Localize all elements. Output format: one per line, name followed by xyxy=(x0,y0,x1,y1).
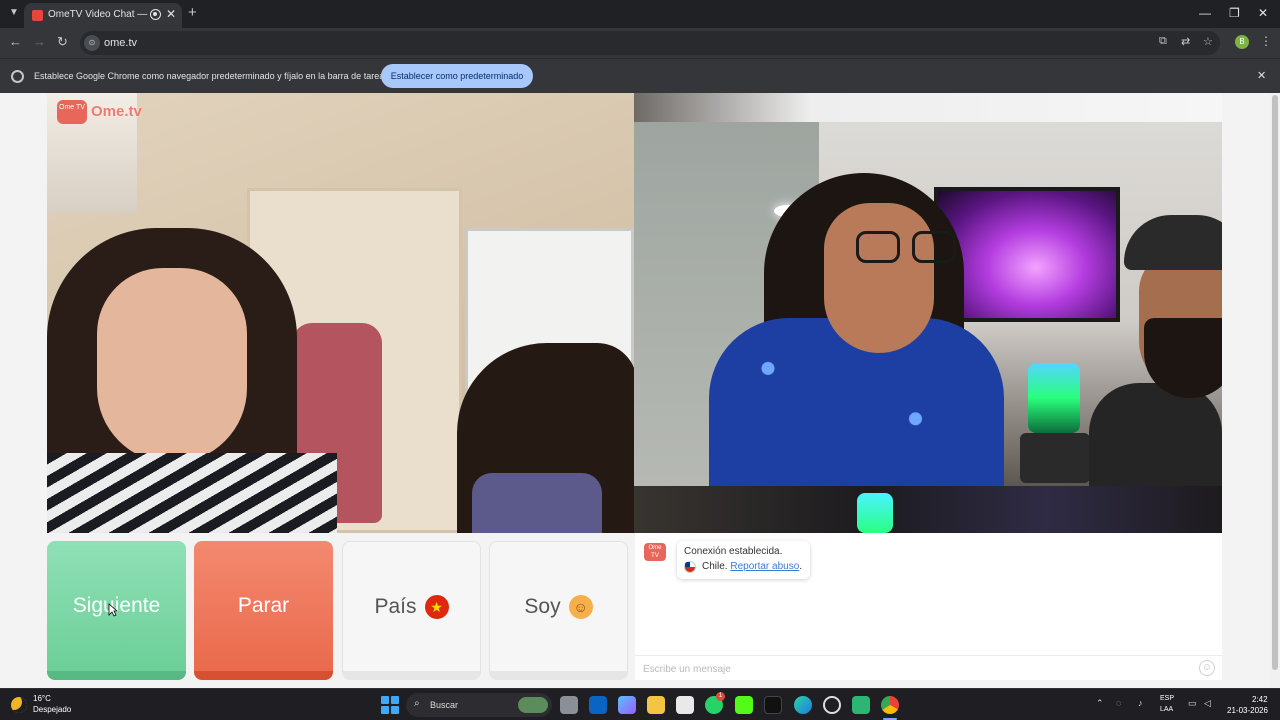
minimize-icon[interactable]: — xyxy=(1199,6,1211,20)
chat-logo-icon: Ome TV xyxy=(644,543,666,561)
striped-shirt xyxy=(47,453,337,533)
stop-label: Parar xyxy=(237,594,290,617)
taskbar: 16°C Despejado ⌕ Buscar 1 ⌃ ◌ ♪ ESP LAA … xyxy=(0,688,1280,720)
address-bar[interactable]: ⊙ ome.tv xyxy=(80,31,1220,55)
site-info-icon[interactable]: ⊙ xyxy=(84,35,100,51)
translate-icon[interactable]: ⧉ xyxy=(1159,35,1167,48)
tab-search-icon[interactable]: ▼ xyxy=(6,5,22,21)
kick-icon[interactable] xyxy=(735,696,753,714)
default-browser-infobar: Establece Google Chrome como navegador p… xyxy=(0,58,1280,93)
rgb-speaker xyxy=(1028,363,1080,433)
mouse-cursor-icon xyxy=(108,603,118,617)
bookmark-star-icon[interactable]: ☆ xyxy=(1203,35,1213,48)
report-abuse-link[interactable]: Reportar abuso xyxy=(730,561,799,572)
logo-tv-icon: Ome TV xyxy=(57,100,87,124)
whatsapp-notification-badge: 1 xyxy=(716,692,725,701)
new-tab-icon[interactable]: + xyxy=(188,4,197,21)
edge-icon[interactable] xyxy=(794,696,812,714)
maximize-icon[interactable]: ❐ xyxy=(1229,6,1240,20)
profile-avatar[interactable]: B xyxy=(1235,35,1249,49)
reload-icon[interactable]: ↻ xyxy=(57,34,68,50)
tab-favicon-icon xyxy=(32,10,43,21)
infobar-text: Establece Google Chrome como navegador p… xyxy=(34,71,389,81)
browser-toolbar: ← → ↻ ⊙ ome.tv ⧉ ⇄ ☆ B ⋮ xyxy=(0,28,1280,58)
copilot-icon[interactable] xyxy=(618,696,636,714)
system-message: Conexión establecida. Chile. Reportar ab… xyxy=(677,541,810,579)
scrollbar-thumb[interactable] xyxy=(1272,95,1278,670)
more-menu-icon[interactable]: ⋮ xyxy=(1260,34,1272,48)
back-icon[interactable]: ← xyxy=(9,34,22,49)
china-flag-icon: ★ xyxy=(424,595,449,620)
partner-country-line: Chile. Reportar abuso. xyxy=(702,561,802,572)
emoji-picker-icon[interactable]: ☺ xyxy=(1199,660,1215,676)
network-status-icon[interactable]: ◌ xyxy=(1116,698,1121,708)
girl-face xyxy=(824,203,934,353)
outlook-icon[interactable] xyxy=(589,696,607,714)
gender-button[interactable]: Soy ☺ xyxy=(489,541,628,680)
report-suffix: . xyxy=(799,561,803,572)
weather-moon-icon[interactable] xyxy=(11,697,27,713)
taskbar-search[interactable]: ⌕ Buscar xyxy=(406,693,552,717)
forward-icon[interactable]: → xyxy=(33,34,46,49)
message-input[interactable] xyxy=(643,661,1183,677)
search-highlight-image xyxy=(518,697,548,713)
glow-speaker xyxy=(857,493,893,533)
recording-icon xyxy=(150,9,161,20)
tab-strip: ▼ OmeTV Video Chat — Omegle ✕ + — ❐ ✕ xyxy=(0,0,1280,28)
weather-description: Despejado xyxy=(33,705,72,714)
file-explorer-icon[interactable] xyxy=(647,696,665,714)
search-label: Buscar xyxy=(430,700,459,710)
tab-title: OmeTV Video Chat — Omegle xyxy=(48,9,148,20)
microphone xyxy=(1020,433,1090,483)
volume-icon[interactable]: ◁ xyxy=(1204,698,1211,709)
window-close-icon[interactable]: ✕ xyxy=(1258,6,1268,20)
task-view-icon[interactable] xyxy=(560,696,578,714)
chrome-taskbar-icon[interactable] xyxy=(881,696,899,714)
android-studio-icon[interactable] xyxy=(852,696,870,714)
chrome-icon xyxy=(11,70,24,83)
remote-video: Ome TV Ome.tv xyxy=(47,93,634,533)
wifi-icon[interactable]: ▭ xyxy=(1188,698,1197,709)
language-line2[interactable]: LAA xyxy=(1160,706,1173,713)
set-default-button[interactable]: Establecer como predeterminado xyxy=(381,64,533,88)
clock-time[interactable]: 2:42 xyxy=(1252,695,1268,704)
chat-input-bar: ☺ xyxy=(635,655,1222,680)
person-face xyxy=(97,268,247,463)
self-video xyxy=(634,93,1222,533)
microphone-tray-icon[interactable]: ♪ xyxy=(1138,698,1143,708)
logo-text: Ome.tv xyxy=(91,103,142,120)
chatgpt-icon[interactable] xyxy=(823,696,841,714)
tab-close-icon[interactable]: ✕ xyxy=(166,7,176,21)
second-person-shirt xyxy=(472,473,602,533)
country-filter-button[interactable]: País ★ xyxy=(342,541,481,680)
connection-status: Conexión establecida. xyxy=(684,546,783,557)
boy-face-icon: ☺ xyxy=(568,595,593,620)
infobar-close-icon[interactable]: ✕ xyxy=(1257,69,1266,82)
chat-panel: Ome TV Conexión establecida. Chile. Repo… xyxy=(635,533,1222,680)
video-bottom-strip xyxy=(634,486,1222,533)
video-top-strip xyxy=(634,93,1222,122)
cast-icon[interactable]: ⇄ xyxy=(1181,35,1190,48)
country-label: País xyxy=(374,595,417,618)
page-scrollbar[interactable] xyxy=(1270,93,1280,688)
man-body xyxy=(1089,383,1222,486)
language-line1[interactable]: ESP xyxy=(1160,695,1174,702)
stop-button[interactable]: Parar xyxy=(194,541,333,680)
browser-tab[interactable]: OmeTV Video Chat — Omegle ✕ xyxy=(24,3,182,28)
search-icon: ⌕ xyxy=(414,698,420,709)
chile-flag-icon xyxy=(684,561,696,573)
weather-temperature: 16°C xyxy=(33,694,51,703)
tiktok-icon[interactable] xyxy=(764,696,782,714)
url-text: ome.tv xyxy=(104,37,138,49)
tray-chevron-icon[interactable]: ⌃ xyxy=(1096,698,1104,709)
clock-date[interactable]: 21-03-2026 xyxy=(1227,706,1268,715)
glasses xyxy=(856,231,968,269)
gender-label: Soy xyxy=(524,595,561,618)
ometv-page: Ome TV Ome.tv Siguiente Parar País ★ Soy… xyxy=(0,93,1280,688)
partner-country: Chile. xyxy=(702,561,728,572)
start-button[interactable] xyxy=(381,696,399,714)
microsoft-store-icon[interactable] xyxy=(676,696,694,714)
